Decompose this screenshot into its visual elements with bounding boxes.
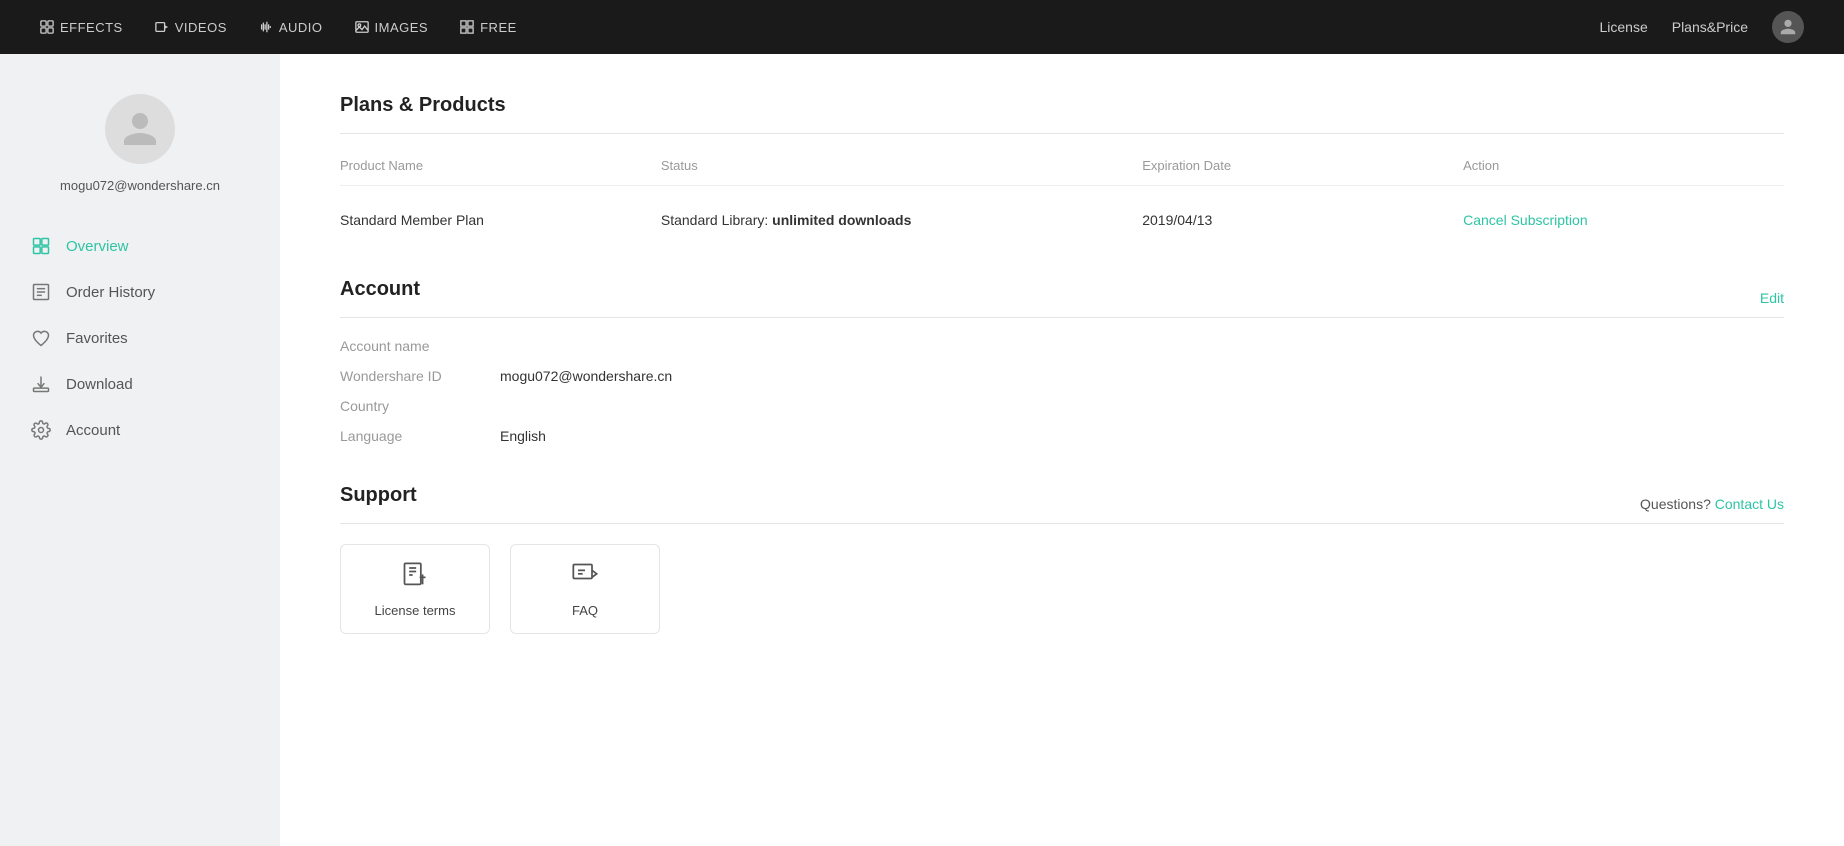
sidebar-item-label-download: Download [66, 376, 133, 393]
language-field: Language English [340, 428, 1784, 444]
nav-free[interactable]: FREE [460, 20, 517, 35]
table-row: Standard Member Plan Standard Library: u… [340, 202, 1784, 238]
overview-icon [30, 235, 52, 257]
contact-us-link[interactable]: Contact Us [1715, 496, 1784, 512]
wondershare-id-label: Wondershare ID [340, 368, 500, 384]
sidebar-nav: Overview Order History [0, 223, 280, 453]
license-link[interactable]: License [1599, 19, 1647, 35]
nav-right: License Plans&Price [1599, 11, 1804, 43]
sidebar: mogu072@wondershare.cn Overview [0, 54, 280, 846]
account-divider [340, 317, 1784, 318]
col-action: Action [1463, 158, 1784, 173]
plans-section-title: Plans & Products [340, 94, 1784, 117]
main-content: Plans & Products Product Name Status Exp… [280, 54, 1844, 846]
product-name-cell: Standard Member Plan [340, 212, 661, 228]
sidebar-item-label-favorites: Favorites [66, 330, 128, 347]
user-avatar[interactable] [1772, 11, 1804, 43]
col-status: Status [661, 158, 1142, 173]
support-section-title: Support [340, 484, 417, 507]
order-history-icon [30, 281, 52, 303]
support-cards: License terms FAQ [340, 544, 1784, 634]
nav-videos[interactable]: VIDEOS [155, 20, 227, 35]
sidebar-item-label-overview: Overview [66, 238, 129, 255]
sidebar-item-favorites[interactable]: Favorites [0, 315, 280, 361]
col-expiration-date: Expiration Date [1142, 158, 1463, 173]
faq-card[interactable]: FAQ [510, 544, 660, 634]
download-icon [30, 373, 52, 395]
sidebar-email: mogu072@wondershare.cn [60, 178, 220, 193]
sidebar-item-overview[interactable]: Overview [0, 223, 280, 269]
wondershare-id-field: Wondershare ID mogu072@wondershare.cn [340, 368, 1784, 384]
language-label: Language [340, 428, 500, 444]
edit-account-link[interactable]: Edit [1760, 290, 1784, 306]
sidebar-item-download[interactable]: Download [0, 361, 280, 407]
plans-section: Plans & Products Product Name Status Exp… [340, 94, 1784, 238]
account-section-title: Account [340, 278, 420, 301]
account-name-label: Account name [340, 338, 500, 354]
page-layout: mogu072@wondershare.cn Overview [0, 54, 1844, 846]
support-divider [340, 523, 1784, 524]
account-settings-icon [30, 419, 52, 441]
country-field: Country [340, 398, 1784, 414]
language-value: English [500, 428, 546, 444]
col-product-name: Product Name [340, 158, 661, 173]
country-label: Country [340, 398, 500, 414]
account-name-field: Account name [340, 338, 1784, 354]
sidebar-item-label-order-history: Order History [66, 284, 155, 301]
license-icon [401, 561, 429, 595]
sidebar-item-label-account: Account [66, 422, 120, 439]
support-section-header: Support Questions? Contact Us [340, 484, 1784, 523]
nav-effects[interactable]: EFFECTS [40, 20, 123, 35]
license-terms-card[interactable]: License terms [340, 544, 490, 634]
plans-price-link[interactable]: Plans&Price [1672, 19, 1748, 35]
nav-audio[interactable]: AUDIO [259, 20, 323, 35]
nav-images[interactable]: IMAGES [355, 20, 429, 35]
account-section: Account Edit Account name Wondershare ID… [340, 278, 1784, 444]
account-section-header: Account Edit [340, 278, 1784, 317]
support-section: Support Questions? Contact Us [340, 484, 1784, 634]
questions-text: Questions? [1640, 496, 1711, 512]
wondershare-id-value: mogu072@wondershare.cn [500, 368, 672, 384]
cancel-subscription-link[interactable]: Cancel Subscription [1463, 212, 1588, 228]
account-fields: Account name Wondershare ID mogu072@wond… [340, 338, 1784, 444]
status-bold: unlimited downloads [772, 212, 911, 228]
plans-table-header: Product Name Status Expiration Date Acti… [340, 154, 1784, 186]
sidebar-item-order-history[interactable]: Order History [0, 269, 280, 315]
faq-label: FAQ [572, 603, 598, 618]
plans-divider [340, 133, 1784, 134]
top-navigation: EFFECTS VIDEOS AUDIO [0, 0, 1844, 54]
license-terms-label: License terms [375, 603, 456, 618]
nav-left: EFFECTS VIDEOS AUDIO [40, 20, 517, 35]
status-cell: Standard Library: unlimited downloads [661, 212, 1142, 228]
sidebar-item-account[interactable]: Account [0, 407, 280, 453]
sidebar-avatar [105, 94, 175, 164]
heart-icon [30, 327, 52, 349]
action-cell: Cancel Subscription [1463, 212, 1784, 228]
faq-icon [571, 561, 599, 595]
expiration-date-cell: 2019/04/13 [1142, 212, 1463, 228]
status-prefix: Standard Library: [661, 212, 772, 228]
support-question: Questions? Contact Us [1640, 496, 1784, 512]
